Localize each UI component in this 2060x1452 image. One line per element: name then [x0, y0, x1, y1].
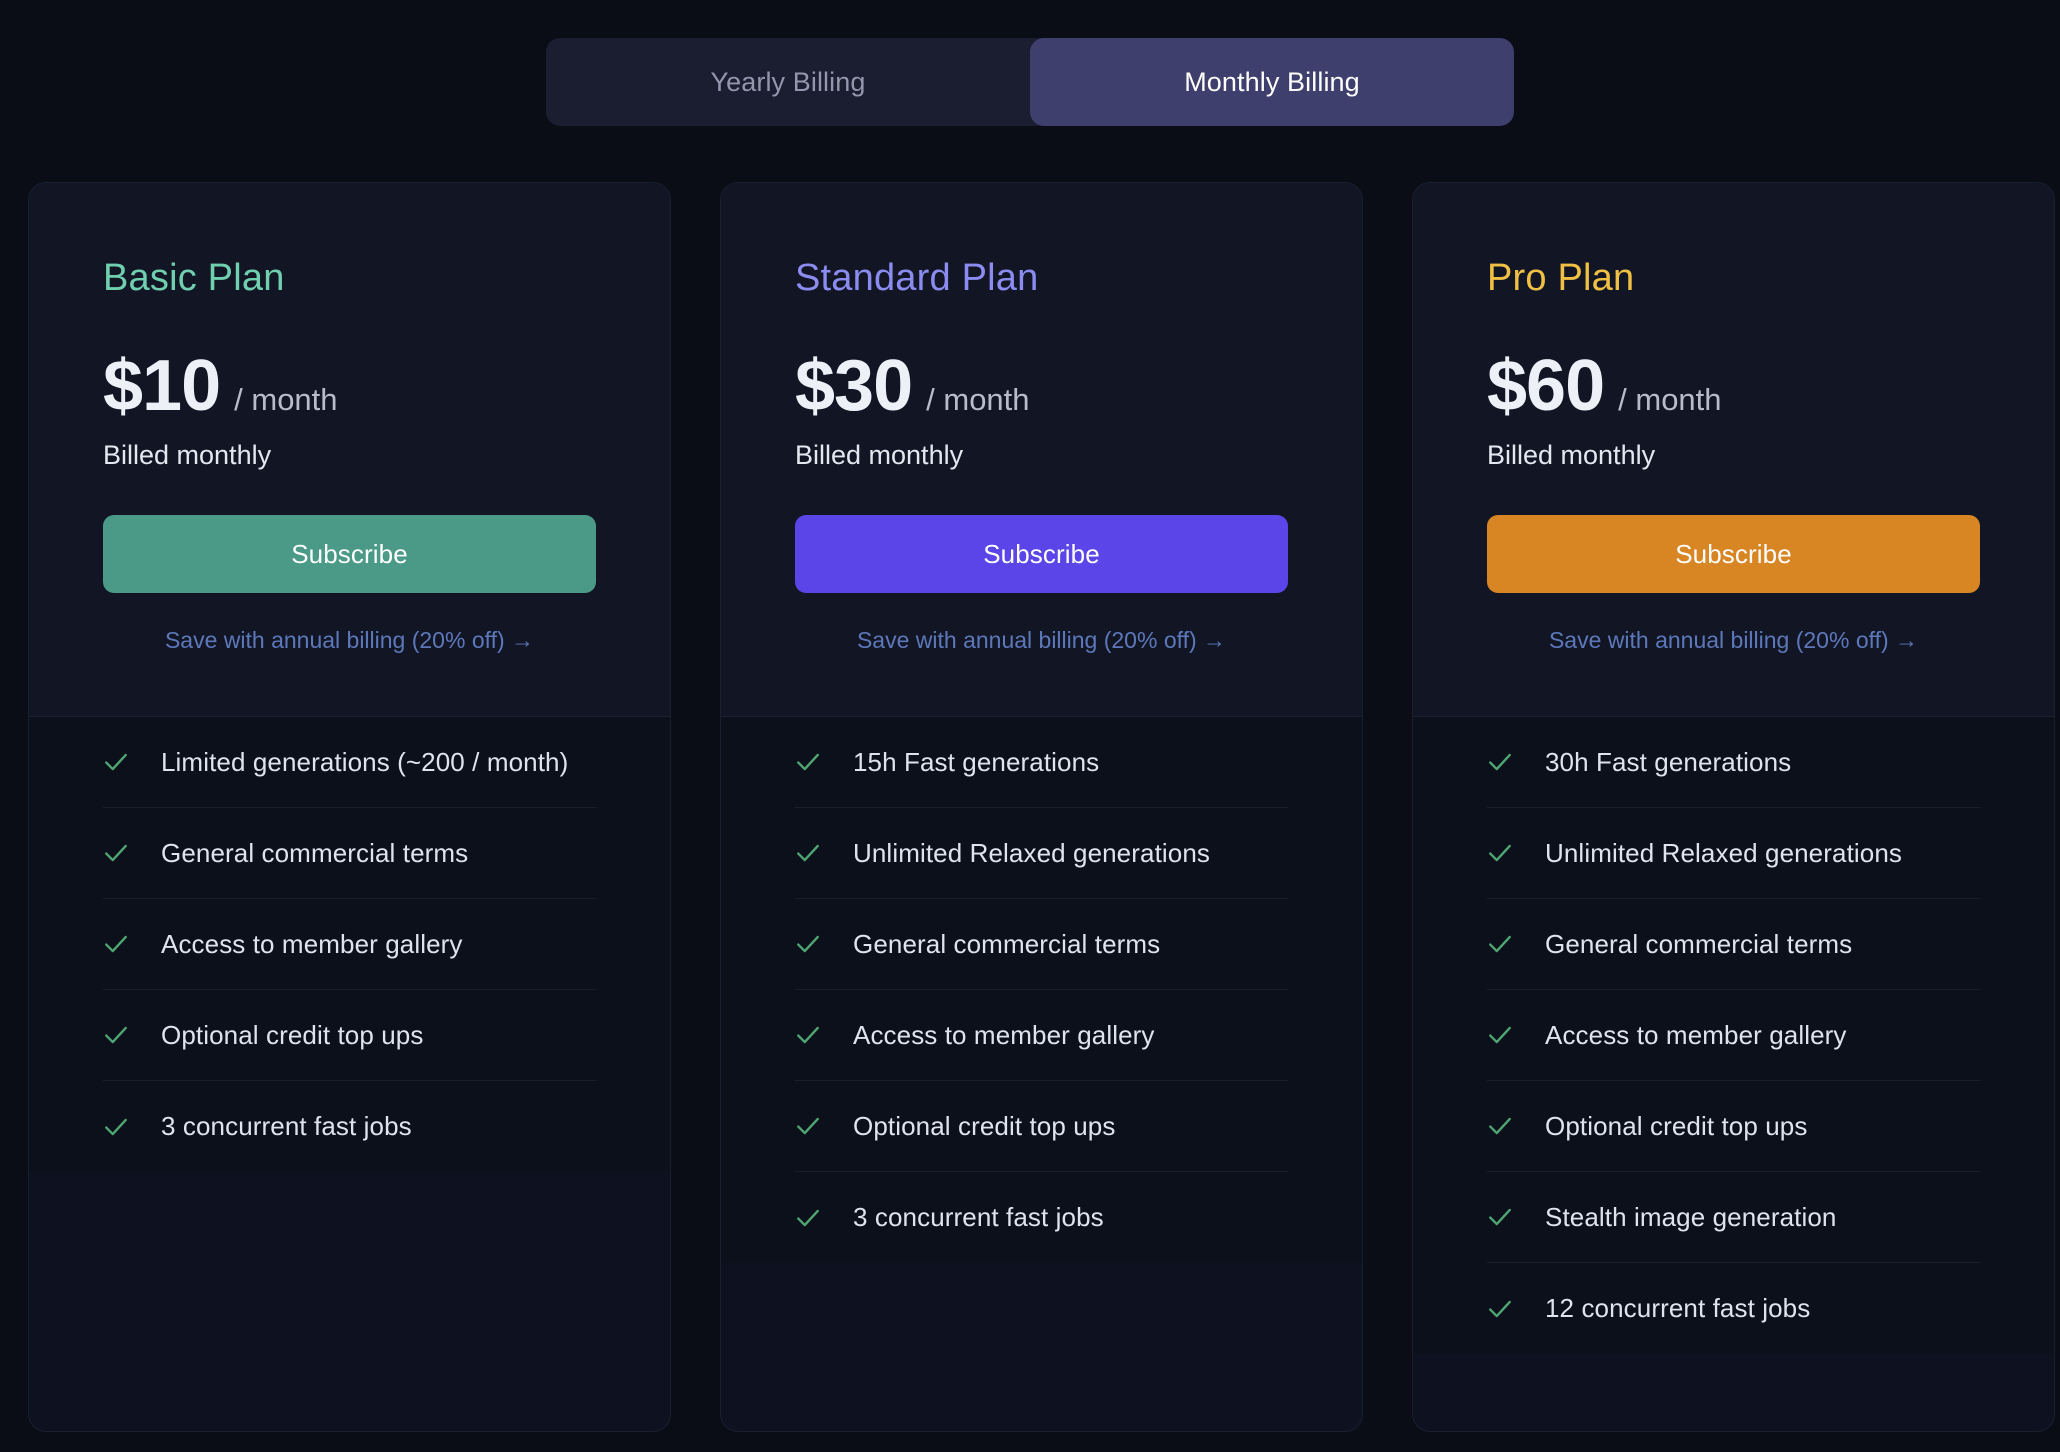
- feature-label: 3 concurrent fast jobs: [853, 1202, 1104, 1232]
- plan-price-period: / month: [1618, 382, 1722, 417]
- pricing-plans-row: Basic Plan $10/ month Billed monthly Subscr…: [0, 182, 2060, 1432]
- check-icon: [797, 753, 819, 771]
- feature-item: Access to member gallery: [795, 990, 1288, 1081]
- feature-item: Optional credit top ups: [1487, 1081, 1980, 1172]
- check-icon: [797, 935, 819, 953]
- feature-item: Limited generations (~200 / month): [103, 717, 596, 808]
- feature-label: Limited generations (~200 / month): [161, 746, 569, 777]
- check-icon: [1489, 753, 1511, 771]
- check-icon: [1489, 1208, 1511, 1226]
- plan-card: Pro Plan $60/ month Billed monthly Subscrib…: [1412, 182, 2055, 1432]
- subscribe-button[interactable]: Subscribe: [795, 515, 1288, 593]
- plan-header: Basic Plan $10/ month Billed monthly Subscr…: [29, 183, 670, 717]
- feature-item: Stealth image generation: [1487, 1172, 1980, 1263]
- feature-item: 12 concurrent fast jobs: [1487, 1263, 1980, 1354]
- feature-label: 15h Fast generations: [853, 746, 1100, 777]
- check-icon: [797, 844, 819, 862]
- check-icon: [105, 1026, 127, 1044]
- check-icon: [105, 1118, 127, 1135]
- check-icon: [105, 844, 127, 862]
- check-icon: [105, 935, 127, 953]
- feature-label: General commercial terms: [161, 837, 469, 868]
- plan-price-period: / month: [926, 382, 1030, 417]
- feature-item: Unlimited Relaxed generations: [795, 808, 1288, 899]
- check-icon: [797, 1117, 819, 1135]
- billing-toggle-option-yearly[interactable]: Yearly Billing: [546, 38, 1030, 126]
- feature-label: 30h Fast generations: [1545, 746, 1792, 777]
- feature-label: 3 concurrent fast jobs: [161, 1111, 412, 1141]
- feature-item: 30h Fast generations: [1487, 717, 1980, 808]
- plan-billing-note: Billed monthly: [1487, 440, 1656, 470]
- plan-features-list: 30h Fast generations Unlimited Relaxed ge…: [1413, 717, 2054, 1354]
- feature-item: General commercial terms: [795, 899, 1288, 990]
- check-icon: [1489, 935, 1511, 953]
- plan-billing-note: Billed monthly: [795, 440, 964, 470]
- subscribe-button[interactable]: Subscribe: [1487, 515, 1980, 593]
- plan-header: Standard Plan $30/ month Billed monthly Sub…: [721, 183, 1362, 717]
- check-icon: [797, 1026, 819, 1044]
- plan-header: Pro Plan $60/ month Billed monthly Subscrib…: [1413, 183, 2054, 717]
- plan-title: Pro Plan: [1487, 257, 1635, 299]
- feature-label: Stealth image generation: [1545, 1201, 1837, 1232]
- plan-price-row: $60/ month: [1487, 350, 1980, 422]
- plan-price-amount: $60: [1487, 346, 1605, 426]
- check-icon: [1489, 1026, 1511, 1044]
- billing-toggle-container: Yearly Billing Monthly Billing: [0, 0, 2060, 126]
- billing-toggle-option-monthly[interactable]: Monthly Billing: [1030, 38, 1514, 126]
- check-icon: [1489, 1117, 1511, 1135]
- plan-card: Basic Plan $10/ month Billed monthly Subscr…: [28, 182, 671, 1432]
- plan-price-period: / month: [234, 382, 338, 417]
- feature-item: Access to member gallery: [1487, 990, 1980, 1081]
- plan-price-amount: $10: [103, 346, 221, 426]
- plan-price-amount: $30: [795, 346, 913, 426]
- feature-label: General commercial terms: [853, 928, 1161, 959]
- feature-label: Optional credit top ups: [1545, 1110, 1808, 1141]
- plan-title: Basic Plan: [103, 257, 285, 299]
- feature-item: General commercial terms: [1487, 899, 1980, 990]
- feature-item: 3 concurrent fast jobs: [103, 1081, 596, 1172]
- feature-label: General commercial terms: [1545, 928, 1853, 959]
- feature-label: Unlimited Relaxed generations: [1545, 837, 1902, 868]
- plan-features-list: Limited generations (~200 / month) Genera…: [29, 717, 670, 1172]
- feature-label: 12 concurrent fast jobs: [1545, 1293, 1811, 1323]
- feature-item: Optional credit top ups: [795, 1081, 1288, 1172]
- plan-billing-note: Billed monthly: [103, 440, 272, 470]
- feature-item: 15h Fast generations: [795, 717, 1288, 808]
- feature-item: Optional credit top ups: [103, 990, 596, 1081]
- feature-item: General commercial terms: [103, 808, 596, 899]
- plan-price-row: $30/ month: [795, 350, 1288, 422]
- plan-price-row: $10/ month: [103, 350, 596, 422]
- check-icon: [797, 1209, 819, 1226]
- save-annual-billing-link[interactable]: Save with annual billing (20% off) →: [103, 627, 596, 654]
- subscribe-button[interactable]: Subscribe: [103, 515, 596, 593]
- feature-label: Access to member gallery: [1545, 1019, 1847, 1050]
- check-icon: [1489, 844, 1511, 862]
- feature-item: Access to member gallery: [103, 899, 596, 990]
- plan-title: Standard Plan: [795, 257, 1039, 299]
- feature-label: Optional credit top ups: [161, 1019, 424, 1050]
- feature-label: Unlimited Relaxed generations: [853, 837, 1210, 868]
- feature-label: Access to member gallery: [853, 1019, 1155, 1050]
- plan-card: Standard Plan $30/ month Billed monthly Sub…: [720, 182, 1363, 1432]
- plan-features-list: 15h Fast generations Unlimited Relaxed ge…: [721, 717, 1362, 1263]
- feature-label: Access to member gallery: [161, 928, 463, 959]
- check-icon: [1489, 1300, 1511, 1317]
- billing-toggle[interactable]: Yearly Billing Monthly Billing: [546, 38, 1514, 126]
- feature-item: Unlimited Relaxed generations: [1487, 808, 1980, 899]
- check-icon: [105, 753, 127, 771]
- save-annual-billing-link[interactable]: Save with annual billing (20% off) →: [1487, 627, 1980, 654]
- save-annual-billing-link[interactable]: Save with annual billing (20% off) →: [795, 627, 1288, 654]
- feature-item: 3 concurrent fast jobs: [795, 1172, 1288, 1263]
- feature-label: Optional credit top ups: [853, 1110, 1116, 1141]
